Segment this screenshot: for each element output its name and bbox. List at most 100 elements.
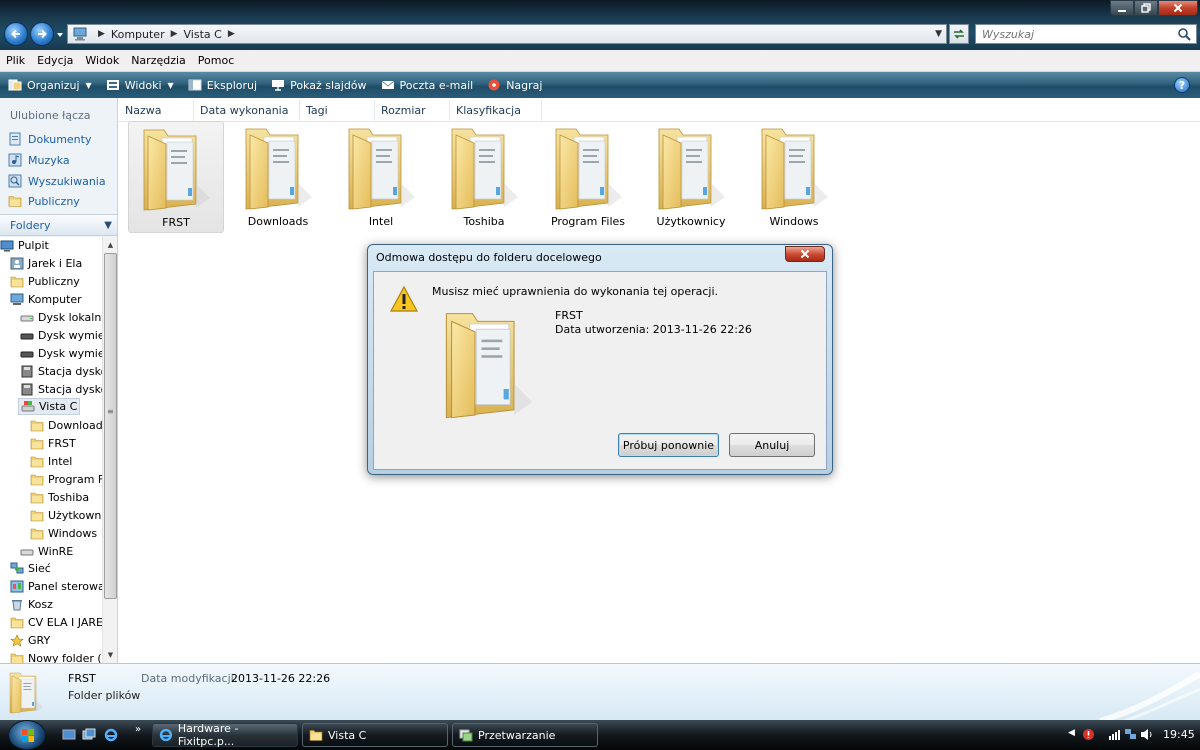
- task-vista-c[interactable]: Vista C: [302, 723, 448, 747]
- wireless-network-icon[interactable]: [1108, 728, 1121, 741]
- task-processing[interactable]: Przetwarzanie: [452, 723, 598, 747]
- burn-button[interactable]: Nagraj: [487, 79, 542, 92]
- search-icon[interactable]: [1177, 27, 1191, 41]
- folder-item-label: Intel: [368, 215, 394, 228]
- folder-item-toshiba[interactable]: Toshiba: [436, 121, 532, 233]
- minimize-button[interactable]: [1110, 0, 1134, 16]
- dialog-message: Musisz mieć uprawnienia do wykonania tej…: [432, 285, 719, 298]
- column-rating[interactable]: Klasyfikacja: [450, 99, 542, 122]
- menu-help[interactable]: Pomoc: [198, 54, 234, 67]
- column-name[interactable]: Nazwa: [119, 99, 194, 122]
- tree-item-games[interactable]: GRY: [10, 632, 50, 649]
- menu-edit[interactable]: Edycja: [37, 54, 73, 67]
- email-button[interactable]: Poczta e-mail: [381, 79, 473, 92]
- address-dropdown-icon[interactable]: ▼: [935, 29, 942, 39]
- show-desktop-icon[interactable]: [62, 728, 76, 742]
- menu-tools[interactable]: Narzędzia: [131, 54, 186, 67]
- tree-item-frst[interactable]: FRST: [30, 435, 76, 452]
- tree-item-label: FRST: [48, 437, 76, 450]
- breadcrumb-separator[interactable]: ▶: [171, 29, 178, 39]
- switch-windows-icon[interactable]: [82, 728, 96, 742]
- volume-icon[interactable]: [1140, 728, 1153, 741]
- tree-item-new-folder[interactable]: Nowy folder (2: [10, 650, 102, 663]
- folder-item-windows[interactable]: Windows: [746, 121, 842, 233]
- clock[interactable]: 19:45: [1163, 728, 1195, 741]
- tree-item-toshiba[interactable]: Toshiba: [30, 489, 89, 506]
- search-box[interactable]: [975, 24, 1197, 44]
- column-date-taken[interactable]: Data wykonania: [194, 99, 300, 122]
- restore-button[interactable]: [1134, 0, 1158, 16]
- tree-item-network[interactable]: Sieć: [10, 560, 51, 577]
- search-input[interactable]: [982, 27, 1162, 41]
- tree-item-user[interactable]: Jarek i Ela: [10, 255, 82, 272]
- tree-item-public[interactable]: Publiczny: [10, 273, 80, 290]
- close-button[interactable]: [1158, 0, 1198, 16]
- tray-expand-arrow-icon[interactable]: ◀: [1068, 728, 1075, 738]
- retry-button[interactable]: Próbuj ponownie: [618, 433, 719, 457]
- tree-item-computer[interactable]: Komputer: [10, 291, 82, 308]
- fav-link-music[interactable]: Muzyka: [8, 153, 70, 167]
- forward-button[interactable]: [30, 22, 54, 46]
- explore-button[interactable]: Eksploruj: [188, 79, 257, 92]
- security-alert-icon[interactable]: [1082, 728, 1095, 741]
- tree-item-program-files[interactable]: Program F: [30, 471, 102, 488]
- breadcrumb-separator[interactable]: ▶: [228, 29, 235, 39]
- column-tags[interactable]: Tagi: [300, 99, 375, 122]
- tree-item-users[interactable]: Użytkowni: [30, 507, 102, 524]
- scroll-up-arrow-icon[interactable]: ▲: [103, 238, 117, 252]
- internet-explorer-icon[interactable]: [104, 728, 118, 742]
- tree-item-local-disk[interactable]: Dysk lokalny: [20, 309, 102, 326]
- details-modified-value: 2013-11-26 22:26: [231, 672, 331, 685]
- tree-item-floppy-drive[interactable]: Stacja dyskó: [20, 363, 102, 380]
- fav-link-public[interactable]: Publiczny: [8, 194, 80, 208]
- tree-item-cv-folder[interactable]: CV ELA I JAREK: [10, 614, 102, 631]
- breadcrumb-vista-c[interactable]: Vista C: [184, 28, 222, 41]
- menu-file[interactable]: Plik: [6, 54, 25, 67]
- refresh-button[interactable]: [949, 24, 969, 44]
- tree-item-winre[interactable]: WinRE: [20, 543, 73, 560]
- column-size[interactable]: Rozmiar: [375, 99, 450, 122]
- views-button[interactable]: Widoki ▼: [106, 79, 174, 92]
- tree-item-windows[interactable]: Windows: [30, 525, 97, 542]
- task-hardware-browser[interactable]: Hardware - Fixitpc.p...: [152, 722, 298, 748]
- help-icon[interactable]: ?: [1174, 77, 1190, 93]
- tree-item-removable-disk[interactable]: Dysk wymien: [20, 345, 102, 362]
- dialog-close-button[interactable]: [785, 246, 825, 262]
- menu-view[interactable]: Widok: [85, 54, 119, 67]
- tree-item-intel[interactable]: Intel: [30, 453, 72, 470]
- tree-item-floppy-drive[interactable]: Stacja dyskó: [20, 381, 102, 398]
- network-connection-icon[interactable]: [1124, 728, 1137, 741]
- slideshow-button[interactable]: Pokaż slajdów: [271, 79, 367, 92]
- cancel-button[interactable]: Anuluj: [729, 433, 815, 457]
- folder-item-users[interactable]: Użytkownicy: [643, 121, 739, 233]
- start-button[interactable]: [8, 720, 46, 750]
- close-icon: [800, 249, 810, 259]
- tree-item-recycle-bin[interactable]: Kosz: [10, 596, 53, 613]
- folders-header[interactable]: Foldery ▼: [0, 214, 117, 236]
- folder-item-intel[interactable]: Intel: [333, 121, 429, 233]
- recent-pages-dropdown-icon[interactable]: [56, 31, 64, 39]
- tree-item-control-panel[interactable]: Panel sterowan: [10, 578, 102, 595]
- minimize-icon: [1118, 10, 1126, 12]
- fav-link-searches[interactable]: Wyszukiwania: [8, 174, 106, 188]
- chevron-down-icon[interactable]: ▼: [104, 220, 112, 231]
- quick-launch-more-icon[interactable]: »: [135, 724, 141, 735]
- breadcrumb-separator[interactable]: ▶: [98, 29, 105, 39]
- tree-item-removable-disk[interactable]: Dysk wymien: [20, 327, 102, 344]
- fav-link-documents[interactable]: Dokumenty: [8, 132, 91, 146]
- title-bar: ▶ Komputer ▶ Vista C ▶ ▼: [0, 0, 1200, 50]
- folder-item-program-files[interactable]: Program Files: [540, 121, 636, 233]
- organize-button[interactable]: Organizuj ▼: [8, 79, 92, 92]
- tree-item-vista-c[interactable]: Vista C: [18, 398, 81, 415]
- tree-item-desktop[interactable]: Pulpit: [0, 237, 49, 254]
- tree-item-downloads[interactable]: Download: [30, 417, 102, 434]
- address-bar[interactable]: ▶ Komputer ▶ Vista C ▶ ▼: [67, 24, 947, 44]
- scroll-down-arrow-icon[interactable]: ▼: [103, 648, 117, 662]
- back-button[interactable]: [4, 22, 28, 46]
- breadcrumb-computer[interactable]: Komputer: [111, 28, 165, 41]
- folder-item-downloads[interactable]: Downloads: [230, 121, 326, 233]
- folder-item-frst[interactable]: FRST: [128, 121, 224, 233]
- tree-item-label: Dysk lokalny: [38, 311, 102, 324]
- scrollbar-thumb[interactable]: [104, 253, 117, 599]
- tree-scrollbar[interactable]: ▲ ≡ ▼: [102, 237, 117, 663]
